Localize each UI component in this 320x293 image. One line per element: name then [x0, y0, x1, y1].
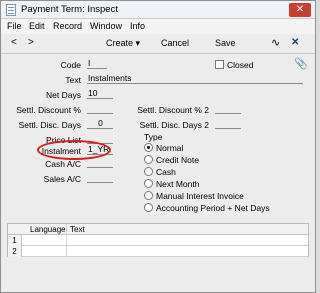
type-accounting-period-label: Accounting Period + Net Days [156, 203, 270, 213]
menu-record[interactable]: Record [53, 21, 82, 31]
text-label: Text [65, 75, 81, 85]
type-cash-label: Cash [156, 167, 176, 177]
grid-header-language: Language [30, 225, 66, 234]
type-next-month-radio[interactable] [144, 179, 153, 188]
type-next-month-label: Next Month [156, 179, 200, 189]
closed-checkbox[interactable] [215, 60, 224, 69]
next-record-button[interactable]: > [28, 37, 34, 48]
type-label: Type [144, 132, 163, 142]
language-text-grid: Language Text 1 2 [7, 223, 309, 257]
row-number: 1 [8, 235, 22, 246]
type-manual-interest-label: Manual Interest Invoice [156, 191, 244, 201]
settl-disc-days2-field[interactable] [215, 119, 241, 129]
net-days-field[interactable]: 10 [87, 89, 113, 99]
code-label: Code [60, 60, 81, 70]
document-icon [6, 4, 16, 16]
settl-disc-days2-label: Settl. Disc. Days 2 [139, 120, 209, 130]
attachment-icon[interactable]: 📎 [294, 57, 308, 70]
settl-disc-days-field[interactable]: 0 [87, 119, 113, 129]
cash-ac-label: Cash A/C [45, 159, 81, 169]
save-button[interactable]: Save [215, 38, 236, 48]
payment-term-window: Payment Term: Inspect ✕ File Edit Record… [0, 0, 316, 293]
expand-icon[interactable]: ✕ [291, 37, 299, 48]
grid-header-text: Text [70, 225, 85, 234]
menu-bar: File Edit Record Window Info [1, 19, 315, 34]
settl-discount2-label: Settl. Discount % 2 [137, 105, 209, 115]
title-bar: Payment Term: Inspect ✕ [1, 1, 315, 19]
instalment-highlight [37, 140, 111, 160]
type-accounting-period-radio[interactable] [144, 203, 153, 212]
type-normal-radio[interactable] [144, 143, 153, 152]
window-title: Payment Term: Inspect [21, 4, 118, 15]
create-label: Create [106, 38, 134, 48]
net-days-label: Net Days [46, 90, 81, 100]
menu-window[interactable]: Window [90, 21, 122, 31]
menu-info[interactable]: Info [130, 21, 145, 31]
text-field[interactable]: Instalments [87, 74, 303, 84]
code-field[interactable]: I [87, 59, 107, 69]
settl-discount-label: Settl. Discount % [16, 105, 81, 115]
closed-label: Closed [227, 60, 254, 70]
menu-file[interactable]: File [7, 21, 22, 31]
settl-discount-field[interactable] [87, 104, 113, 114]
toolbar: < > Create ▾ Cancel Save ∿ ✕ [1, 34, 315, 54]
sales-ac-field[interactable] [87, 173, 113, 183]
chevron-down-icon: ▾ [135, 38, 141, 48]
menu-edit[interactable]: Edit [29, 21, 45, 31]
table-row[interactable]: 2 [8, 246, 308, 257]
pulse-icon[interactable]: ∿ [271, 36, 280, 49]
window-footer [1, 263, 315, 292]
grid-header: Language Text [8, 224, 308, 235]
previous-record-button[interactable]: < [11, 37, 17, 48]
cancel-button[interactable]: Cancel [161, 38, 189, 48]
table-row[interactable]: 1 [8, 235, 308, 246]
type-normal-label: Normal [156, 143, 184, 153]
row-number: 2 [8, 246, 22, 257]
close-button[interactable]: ✕ [289, 3, 311, 17]
sales-ac-label: Sales A/C [43, 174, 81, 184]
settl-disc-days-label: Settl. Disc. Days [18, 120, 81, 130]
create-button[interactable]: Create ▾ [106, 38, 140, 49]
type-manual-interest-radio[interactable] [144, 191, 153, 200]
grid-column-divider [66, 224, 67, 257]
type-credit-note-radio[interactable] [144, 155, 153, 164]
settl-discount2-field[interactable] [215, 104, 241, 114]
type-cash-radio[interactable] [144, 167, 153, 176]
cash-ac-field[interactable] [87, 158, 113, 168]
type-credit-note-label: Credit Note [156, 155, 199, 165]
